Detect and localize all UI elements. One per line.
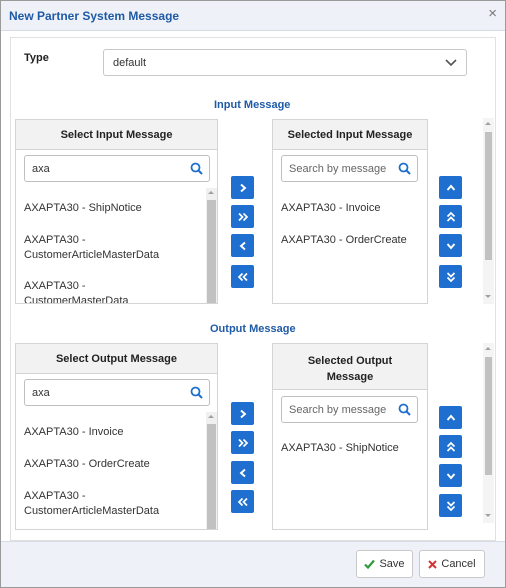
scrollbar-thumb[interactable] bbox=[207, 424, 216, 529]
move-top-button[interactable] bbox=[439, 205, 462, 228]
selected-output-list: Selected Output Message Search by messag… bbox=[272, 343, 428, 530]
list-item[interactable]: AXAPTA30 - bbox=[24, 279, 86, 294]
double-chevron-right-icon bbox=[237, 438, 248, 447]
list-item[interactable]: AXAPTA30 - Invoice bbox=[24, 425, 123, 440]
move-up-button[interactable] bbox=[439, 176, 462, 199]
chevron-up-icon bbox=[446, 184, 455, 191]
search-icon[interactable] bbox=[398, 403, 411, 416]
list-item[interactable]: AXAPTA30 - Invoice bbox=[281, 201, 380, 216]
scrollbar-thumb[interactable] bbox=[207, 200, 216, 303]
chevron-left-icon bbox=[239, 241, 246, 250]
chevron-left-icon bbox=[239, 468, 246, 477]
chevron-right-icon bbox=[239, 409, 246, 418]
input-message-title: Input Message bbox=[214, 99, 291, 111]
chevron-down-icon bbox=[445, 59, 457, 67]
search-icon[interactable] bbox=[190, 386, 203, 399]
chevron-up-icon bbox=[446, 414, 455, 421]
chevron-down-icon bbox=[446, 472, 455, 479]
move-right-button[interactable] bbox=[231, 402, 254, 425]
move-right-button[interactable] bbox=[231, 176, 254, 199]
content-scroll-area: Input Message Select Input Message axa A… bbox=[11, 90, 495, 542]
type-select[interactable]: default bbox=[103, 49, 467, 76]
check-icon bbox=[364, 559, 376, 569]
scrollbar-thumb[interactable] bbox=[485, 132, 492, 260]
move-all-right-button[interactable] bbox=[231, 431, 254, 454]
list-item[interactable]: AXAPTA30 - OrderCreate bbox=[281, 233, 407, 248]
search-icon[interactable] bbox=[398, 162, 411, 175]
move-left-button[interactable] bbox=[231, 461, 254, 484]
selected-output-header: Selected Output Message bbox=[273, 344, 427, 390]
input-region-scrollbar[interactable] bbox=[483, 118, 494, 304]
output-available-items: AXAPTA30 - Invoice AXAPTA30 - OrderCreat… bbox=[16, 414, 206, 529]
list-item[interactable]: AXAPTA30 - bbox=[24, 489, 86, 504]
x-icon bbox=[428, 559, 438, 569]
cancel-label: Cancel bbox=[441, 558, 476, 570]
title-bar: New Partner System Message × bbox=[1, 1, 505, 31]
double-chevron-right-icon bbox=[237, 212, 248, 221]
chevron-right-icon bbox=[239, 183, 246, 192]
type-label: Type bbox=[24, 52, 49, 64]
move-all-left-button[interactable] bbox=[231, 265, 254, 288]
output-search-input[interactable]: axa bbox=[24, 379, 210, 406]
select-input-list: Select Input Message axa AXAPTA30 - Ship… bbox=[15, 119, 218, 304]
output-region-scrollbar[interactable] bbox=[483, 343, 494, 523]
close-icon[interactable]: × bbox=[488, 6, 497, 22]
selected-input-list: Selected Input Message Search by message… bbox=[272, 119, 428, 304]
input-search-input[interactable]: axa bbox=[24, 155, 210, 182]
double-chevron-down-icon bbox=[446, 271, 455, 282]
select-output-header: Select Output Message bbox=[16, 344, 217, 374]
input-available-scrollbar[interactable] bbox=[206, 188, 217, 303]
list-item[interactable]: AXAPTA30 - ShipNotice bbox=[24, 201, 142, 216]
move-down-button[interactable] bbox=[439, 234, 462, 257]
double-chevron-left-icon bbox=[237, 497, 248, 506]
list-item[interactable]: AXAPTA30 - ShipNotice bbox=[281, 441, 399, 456]
move-top-button[interactable] bbox=[439, 435, 462, 458]
double-chevron-down-icon bbox=[446, 500, 455, 511]
list-item[interactable]: AXAPTA30 - bbox=[24, 233, 86, 248]
dialog-title: New Partner System Message bbox=[9, 9, 180, 23]
move-up-button[interactable] bbox=[439, 406, 462, 429]
type-select-value: default bbox=[113, 57, 147, 69]
move-bottom-button[interactable] bbox=[439, 494, 462, 517]
dialog-body: Type default Input Message Select Input … bbox=[10, 37, 496, 541]
list-item[interactable]: CustomerMasterData bbox=[24, 294, 129, 303]
cancel-button[interactable]: Cancel bbox=[419, 550, 485, 578]
double-chevron-up-icon bbox=[446, 211, 455, 222]
dialog-footer: Save Cancel bbox=[1, 541, 505, 587]
selected-input-search-input[interactable]: Search by message bbox=[281, 155, 418, 182]
selected-input-header: Selected Input Message bbox=[273, 120, 427, 150]
double-chevron-left-icon bbox=[237, 272, 248, 281]
output-available-scrollbar[interactable] bbox=[206, 412, 217, 529]
chevron-down-icon bbox=[446, 242, 455, 249]
double-chevron-up-icon bbox=[446, 441, 455, 452]
move-down-button[interactable] bbox=[439, 464, 462, 487]
move-left-button[interactable] bbox=[231, 234, 254, 257]
selected-output-search-input[interactable]: Search by message bbox=[281, 396, 418, 423]
select-output-list: Select Output Message axa AXAPTA30 - Inv… bbox=[15, 343, 218, 530]
scrollbar-thumb[interactable] bbox=[485, 357, 492, 475]
search-icon[interactable] bbox=[190, 162, 203, 175]
dialog: New Partner System Message × Type defaul… bbox=[0, 0, 506, 588]
move-all-left-button[interactable] bbox=[231, 490, 254, 513]
save-label: Save bbox=[379, 558, 405, 570]
list-item[interactable]: AXAPTA30 - OrderCreate bbox=[24, 457, 150, 472]
save-button[interactable]: Save bbox=[356, 550, 413, 578]
input-available-items: AXAPTA30 - ShipNotice AXAPTA30 - Custome… bbox=[16, 190, 206, 303]
output-message-title: Output Message bbox=[210, 323, 296, 335]
move-all-right-button[interactable] bbox=[231, 205, 254, 228]
move-bottom-button[interactable] bbox=[439, 265, 462, 288]
select-input-header: Select Input Message bbox=[16, 120, 217, 150]
list-item[interactable]: CustomerArticleMasterData bbox=[24, 248, 159, 263]
list-item[interactable]: CustomerArticleMasterData bbox=[24, 504, 159, 519]
